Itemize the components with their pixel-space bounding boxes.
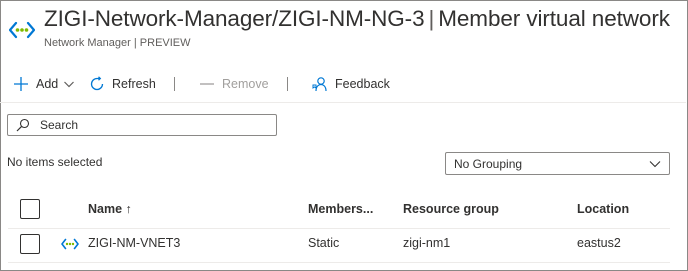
search-box[interactable] — [7, 114, 277, 136]
feedback-button-label: Feedback — [335, 77, 390, 91]
column-header-name[interactable]: Name ↑ — [88, 202, 132, 216]
add-button-label: Add — [36, 77, 59, 91]
network-manager-icon — [8, 17, 36, 43]
grouping-dropdown[interactable]: No Grouping — [445, 152, 670, 175]
selection-status: No items selected — [7, 155, 103, 169]
row-location: eastus2 — [577, 236, 621, 250]
chevron-down-icon — [649, 158, 661, 170]
column-header-members[interactable]: Members... — [308, 202, 373, 216]
row-checkbox[interactable] — [20, 234, 40, 254]
virtual-network-icon — [61, 237, 79, 250]
command-bar: Add Refresh Remove Feedback — [0, 66, 686, 102]
search-input[interactable] — [40, 118, 260, 132]
add-button[interactable]: Add — [12, 74, 75, 94]
feedback-icon — [311, 75, 329, 93]
page-subtitle: Network Manager | PREVIEW — [44, 37, 191, 49]
row-resource-group: zigi-nm1 — [403, 236, 451, 250]
refresh-icon — [88, 75, 106, 93]
title-path: ZIGI-Network-Manager/ZIGI-NM-NG-3 — [44, 6, 425, 31]
blade-header: ZIGI-Network-Manager/ZIGI-NM-NG-3 | Member… — [0, 0, 686, 58]
refresh-button-label: Refresh — [112, 77, 156, 91]
refresh-button[interactable]: Refresh — [88, 74, 156, 94]
feedback-button[interactable]: Feedback — [311, 74, 390, 94]
chevron-down-icon — [63, 75, 75, 93]
row-name-link[interactable]: ZIGI-NM-VNET3 — [88, 236, 180, 250]
column-header-resource-group[interactable]: Resource group — [403, 202, 499, 216]
search-icon — [16, 118, 30, 132]
remove-button-label: Remove — [222, 77, 269, 91]
row-members: Static — [308, 236, 340, 250]
remove-button[interactable]: Remove — [198, 74, 269, 94]
title-section: Member virtual network — [438, 6, 670, 31]
table-row-divider — [8, 228, 670, 229]
page-title: ZIGI-Network-Manager/ZIGI-NM-NG-3 | Member… — [44, 6, 670, 32]
toolbar-divider-line — [0, 102, 686, 103]
table-header-row: Name ↑ Members... Resource group Locatio… — [0, 192, 686, 226]
toolbar-divider — [174, 77, 175, 91]
table-row-divider — [8, 262, 670, 263]
grouping-selected-value: No Grouping — [454, 156, 523, 171]
minus-icon — [198, 75, 216, 93]
title-separator: | — [428, 6, 435, 31]
toolbar-divider — [287, 77, 288, 91]
select-all-checkbox[interactable] — [20, 199, 40, 219]
column-header-location[interactable]: Location — [577, 202, 629, 216]
plus-icon — [12, 75, 30, 93]
